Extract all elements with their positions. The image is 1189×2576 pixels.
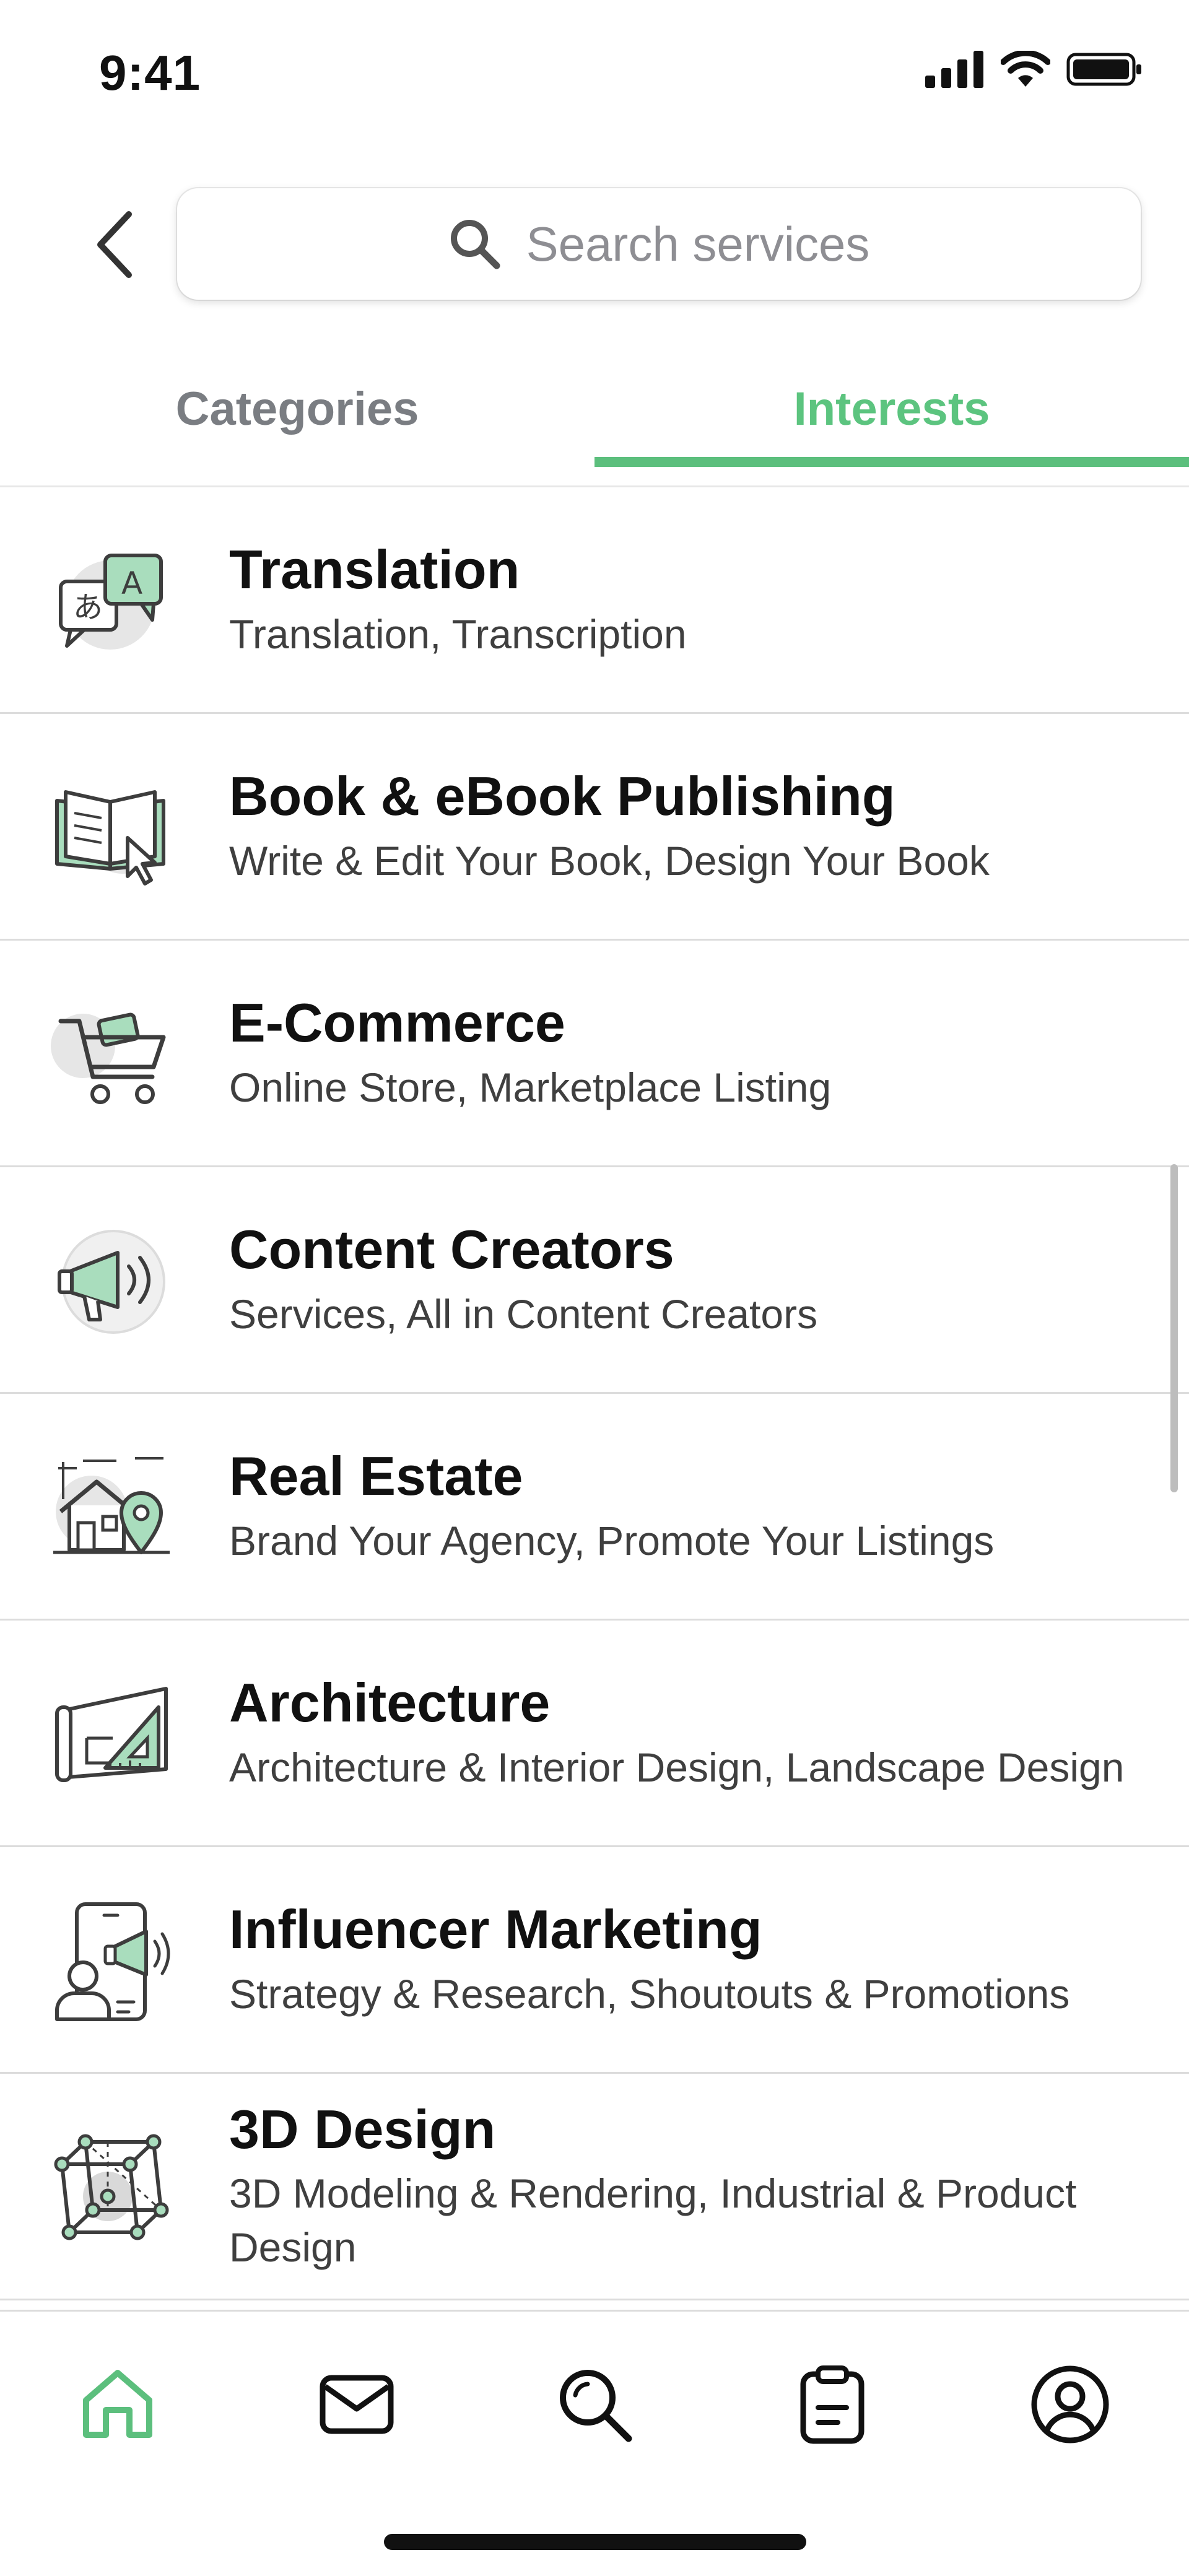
nav-messages[interactable] <box>301 2349 412 2460</box>
home-icon <box>83 2370 152 2438</box>
translation-icon: あ A <box>59 554 163 650</box>
item-subtitle: Strategy & Research, Shoutouts & Promoti… <box>229 1970 1070 2017</box>
list-item-translation[interactable]: あ A Translation Translation, Transcripti… <box>0 487 1189 714</box>
nav-profile[interactable] <box>1014 2349 1126 2460</box>
interests-list: あ A Translation Translation, Transcripti… <box>0 487 1189 2300</box>
wifi-icon <box>1001 51 1050 87</box>
list-item-3d-design[interactable]: 3D Design 3D Modeling & Rendering, Indus… <box>0 2074 1189 2300</box>
item-title: Influencer Marketing <box>229 1899 762 1960</box>
cart-icon <box>51 1012 166 1104</box>
scrollbar[interactable] <box>1170 1164 1178 1492</box>
search-placeholder: Search services <box>526 216 870 271</box>
blueprint-icon <box>55 1687 168 1782</box>
item-subtitle: Write & Edit Your Book, Design Your Book <box>229 837 990 884</box>
home-indicator <box>384 2534 806 2550</box>
search-icon <box>560 2370 632 2442</box>
list-item-e-commerce[interactable]: E-Commerce Online Store, Marketplace Lis… <box>0 941 1189 1167</box>
cellular-signal-icon <box>925 51 983 88</box>
back-button[interactable] <box>81 204 149 285</box>
influencer-icon <box>55 1902 170 2021</box>
search-input[interactable]: Search services <box>177 188 1141 300</box>
status-time: 9:41 <box>99 45 201 100</box>
megaphone-icon <box>58 1230 165 1334</box>
list-item-real-estate[interactable]: Real Estate Brand Your Agency, Promote Y… <box>0 1394 1189 1621</box>
item-title: Content Creators <box>229 1219 674 1281</box>
item-title: Architecture <box>229 1672 551 1734</box>
status-icons <box>925 51 1143 88</box>
item-title: E-Commerce <box>229 992 565 1054</box>
cube-icon <box>54 2134 169 2240</box>
battery-icon <box>1066 53 1141 86</box>
tab-bar: Categories Interests <box>0 347 1189 471</box>
tab-categories[interactable]: Categories <box>0 347 594 471</box>
nav-home[interactable] <box>62 2349 173 2460</box>
list-item-architecture[interactable]: Architecture Architecture & Interior Des… <box>0 1621 1189 1847</box>
book-icon <box>55 790 165 886</box>
svg-text:A: A <box>121 565 142 601</box>
item-title: Book & eBook Publishing <box>229 765 895 827</box>
profile-icon <box>1031 2365 1109 2443</box>
item-subtitle: Services, All in Content Creators <box>229 1290 818 1337</box>
nav-orders[interactable] <box>777 2349 888 2460</box>
mail-icon <box>320 2375 394 2434</box>
clipboard-icon <box>800 2365 865 2444</box>
list-item-book-publishing[interactable]: Book & eBook Publishing Write & Edit You… <box>0 714 1189 941</box>
nav-search[interactable] <box>539 2349 650 2460</box>
chevron-left-icon <box>97 211 132 278</box>
item-subtitle: Brand Your Agency, Promote Your Listings <box>229 1517 995 1564</box>
search-icon <box>450 220 500 269</box>
item-subtitle: 3D Modeling & Rendering, Industrial & Pr… <box>229 2170 1077 2271</box>
item-subtitle: Translation, Transcription <box>229 611 687 657</box>
item-title: Real Estate <box>229 1445 523 1507</box>
item-subtitle: Architecture & Interior Design, Landscap… <box>229 1744 1125 1790</box>
item-title: Translation <box>229 539 520 601</box>
list-item-influencer-marketing[interactable]: Influencer Marketing Strategy & Research… <box>0 1847 1189 2074</box>
tab-interests[interactable]: Interests <box>594 347 1189 471</box>
house-icon <box>53 1457 170 1554</box>
item-subtitle: Online Store, Marketplace Listing <box>229 1064 832 1110</box>
active-tab-indicator <box>594 457 1189 467</box>
status-bar: 9:41 <box>0 0 1189 149</box>
svg-text:あ: あ <box>73 590 103 625</box>
item-title: 3D Design <box>229 2098 496 2160</box>
list-item-content-creators[interactable]: Content Creators Services, All in Conten… <box>0 1167 1189 1394</box>
